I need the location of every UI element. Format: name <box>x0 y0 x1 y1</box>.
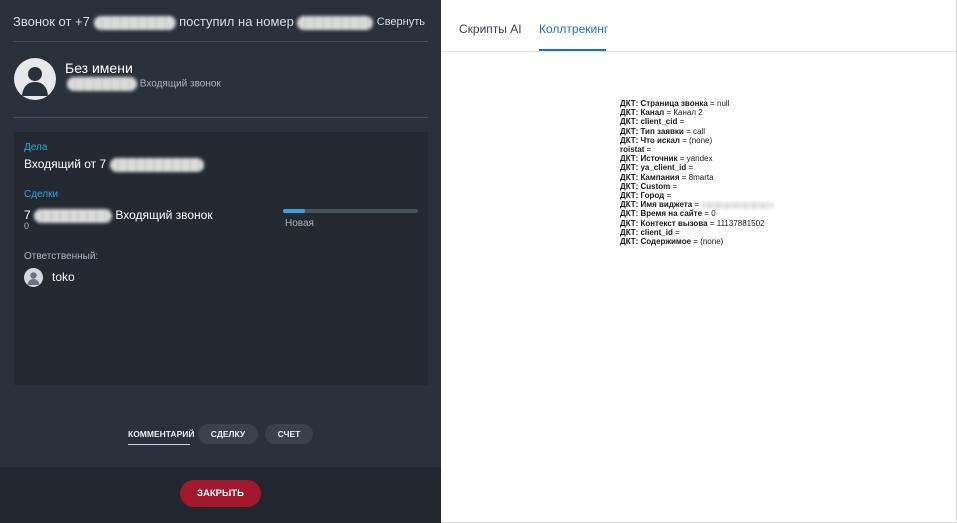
deal-stage: Новая <box>285 218 314 229</box>
info-panel: Скрипты AI Коллтрекинг ДКТ: Страница зво… <box>441 0 957 523</box>
calltracking-row: ДКТ: Страница звонка = null <box>620 99 730 108</box>
calltracking-row: ДКТ: Время на сайте = 0 <box>620 209 716 219</box>
responsible-name[interactable]: toko <box>52 270 75 284</box>
calltracking-value: (none) <box>689 135 713 145</box>
deal-item[interactable]: 7 Входящий звонок <box>24 208 213 223</box>
calltracking-key: ДКТ: ya_client_id <box>620 163 687 173</box>
redacted-phone <box>109 157 204 172</box>
deal-progress-fill <box>283 209 305 213</box>
close-button[interactable]: ЗАКРЫТЬ <box>180 480 261 507</box>
contact-avatar[interactable] <box>14 58 56 100</box>
calltracking-key: ДКТ: Кампания <box>620 172 680 182</box>
calltracking-key: ДКТ: Содержимое <box>620 237 692 247</box>
calltracking-value: yandex <box>686 154 713 164</box>
calltracking-row: ДКТ: Источник = yandex <box>620 154 713 164</box>
call-type-label: Входящий звонок <box>139 78 221 90</box>
person-icon <box>22 67 48 96</box>
calltracking-key: ДКТ: Город <box>620 191 665 201</box>
entity-card: Дела Входящий от 7 Сделки 7 Входящий зво… <box>14 132 428 385</box>
calltracking-key: ДКТ: client_id <box>620 227 673 237</box>
calltracking-key: ДКТ: Время на сайте <box>620 209 703 219</box>
responsible-avatar <box>24 268 43 287</box>
calltracking-list: ДКТ: Страница звонка = null ДКТ: Канал = … <box>620 99 774 247</box>
task-item-label: Входящий от 7 <box>24 157 107 171</box>
calltracking-key: ДКТ: Канал <box>620 108 665 118</box>
deal-progress-bar <box>283 209 418 213</box>
calltracking-row: ДКТ: ya_client_id = <box>620 163 694 173</box>
calltracking-value: null <box>717 99 730 108</box>
calltracking-value: Канал 2 <box>673 108 703 118</box>
calltracking-row: ДКТ: Имя виджета = <box>620 200 774 210</box>
tab-invoice[interactable]: СЧЕТ <box>265 424 313 444</box>
contact-name[interactable]: Без имени <box>65 60 133 76</box>
calltracking-row: ДКТ: Содержимое = (none) <box>620 237 724 247</box>
deal-item-label: Входящий звонок <box>115 208 213 222</box>
tab-scripts-ai[interactable]: Скрипты AI <box>459 22 522 36</box>
calltracking-key: ДКТ: Источник <box>620 154 678 164</box>
calltracking-row: ДКТ: Канал = Канал 2 <box>620 108 703 118</box>
calltracking-key: roistat <box>620 145 645 155</box>
calltracking-key: ДКТ: Тип заявки <box>620 126 684 136</box>
calltracking-value: 0 <box>711 209 716 219</box>
calltracking-row: ДКТ: Что искал = (none) <box>620 135 713 145</box>
calltracking-row: roistat = <box>620 145 652 155</box>
calltracking-key: ДКТ: Custom <box>620 181 671 191</box>
calltracking-value: call <box>692 126 705 136</box>
tasks-title: Дела <box>24 142 48 153</box>
redacted-phone <box>67 77 137 91</box>
divider <box>13 41 428 42</box>
tab-calltracking[interactable]: Коллтрекинг <box>539 22 608 36</box>
redacted-number <box>297 15 374 30</box>
tab-comment[interactable]: КОММЕНТАРИЙ <box>128 424 194 445</box>
call-header: Звонок от +7 поступил на номер <box>13 14 374 30</box>
calltracking-key: ДКТ: Что искал <box>620 135 680 145</box>
divider <box>13 117 428 118</box>
call-header-middle: поступил на номер <box>179 14 294 29</box>
redacted-value <box>701 201 774 209</box>
calltracking-key: ДКТ: Контекст вызова <box>620 218 708 228</box>
deals-title: Сделки <box>24 189 59 200</box>
calltracking-key: ДКТ: Страница звонка <box>620 99 708 108</box>
contact-subtitle: Входящий звонок <box>67 77 221 91</box>
task-item[interactable]: Входящий от 7 <box>24 157 204 172</box>
calltracking-key: ДКТ: client_cid <box>620 117 678 127</box>
collapse-button[interactable]: Свернуть <box>377 16 425 28</box>
calltracking-key: ДКТ: Имя виджета <box>620 200 693 210</box>
deal-number: 0 <box>24 221 30 231</box>
calltracking-row: ДКТ: client_id = <box>620 227 680 237</box>
calltracking-row: ДКТ: Тип заявки = call <box>620 126 705 136</box>
active-tab-indicator <box>539 49 606 51</box>
calltracking-row: ДКТ: Custom = <box>620 181 678 191</box>
calltracking-value: (none) <box>700 237 724 247</box>
redacted-phone <box>34 208 113 223</box>
call-header-prefix: Звонок от +7 <box>13 14 90 29</box>
redacted-phone <box>93 15 176 30</box>
person-icon <box>27 272 40 285</box>
responsible-label: Ответственный: <box>24 251 99 262</box>
calltracking-value: 11137881502 <box>716 218 765 228</box>
panel-footer: ЗАКРЫТЬ <box>0 467 441 523</box>
calltracking-row: ДКТ: Город = <box>620 191 672 201</box>
tab-deal[interactable]: СДЕЛКУ <box>198 424 258 444</box>
calltracking-value: 8marta <box>688 172 714 182</box>
calltracking-row: ДКТ: client_cid = <box>620 117 685 127</box>
calltracking-row: ДКТ: Кампания = 8marta <box>620 172 714 182</box>
deal-item-prefix: 7 <box>24 208 31 222</box>
calltracking-row: ДКТ: Контекст вызова = 11137881502 <box>620 218 765 228</box>
info-tabs: Скрипты AI Коллтрекинг <box>441 0 956 52</box>
call-panel: Звонок от +7 поступил на номер Свернуть … <box>0 0 441 523</box>
